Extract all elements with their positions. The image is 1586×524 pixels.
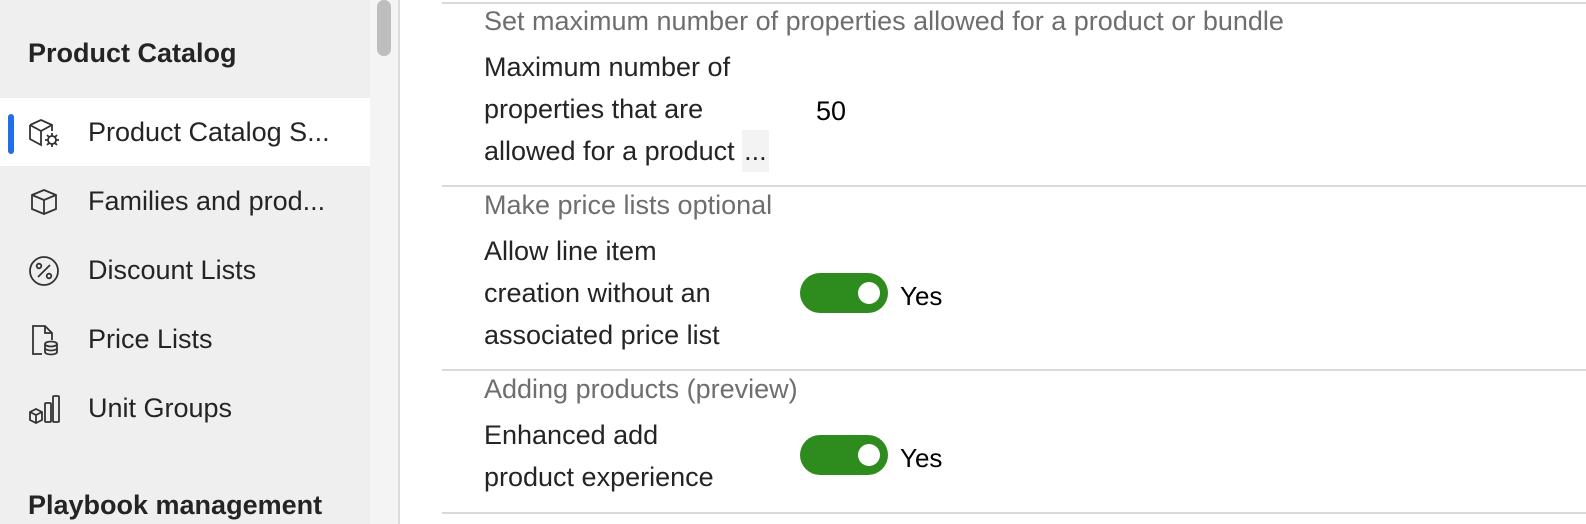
label-line: Maximum number of [484, 52, 731, 82]
enhanced-add-product-toggle[interactable] [800, 435, 888, 475]
sidebar-section-playbook-management: Playbook management [28, 490, 323, 520]
divider [442, 2, 1586, 4]
label-line: creation without an [484, 278, 711, 308]
price-lists-optional-toggle-text: Yes [900, 281, 943, 311]
unit-groups-icon [26, 391, 62, 427]
label-line: properties that are [484, 94, 704, 124]
label-text: allowed for a product [484, 136, 743, 166]
sidebar-item-label: Price Lists [88, 323, 213, 354]
sidebar-item-unit-groups[interactable]: Unit Groups [0, 374, 370, 442]
label-line: Allow line item [484, 236, 657, 266]
sidebar-item-label: Unit Groups [88, 392, 233, 423]
max-properties-label: Maximum number of properties that are al… [484, 46, 784, 172]
section-title-adding-products: Adding products (preview) [484, 374, 798, 404]
toggle-knob [858, 444, 880, 466]
sidebar-item-product-catalog-settings[interactable]: Product Catalog S... [0, 98, 370, 166]
document-coins-icon [26, 322, 62, 358]
selected-indicator [8, 114, 14, 154]
box-icon [26, 184, 62, 220]
sidebar-item-label: Families and prod... [88, 185, 326, 216]
price-lists-optional-label: Allow line item creation without an asso… [484, 230, 784, 356]
divider [442, 185, 1586, 187]
scrollbar-thumb[interactable] [377, 0, 391, 56]
label-line: product experience [484, 462, 714, 492]
section-title-max-properties: Set maximum number of properties allowed… [484, 6, 1284, 36]
sidebar-section-product-catalog: Product Catalog [28, 38, 237, 68]
divider [442, 369, 1586, 371]
sidebar-item-label: Product Catalog S... [88, 116, 330, 147]
truncated-text-ellipsis[interactable]: ... [742, 130, 769, 172]
price-lists-optional-toggle[interactable] [800, 273, 888, 313]
sidebar-item-price-lists[interactable]: Price Lists [0, 305, 370, 373]
label-line: associated price list [484, 320, 720, 350]
sidebar-item-discount-lists[interactable]: Discount Lists [0, 236, 370, 304]
enhanced-add-product-label: Enhanced add product experience [484, 414, 784, 498]
toggle-knob [858, 282, 880, 304]
sidebar-item-families-and-products[interactable]: Families and prod... [0, 167, 370, 235]
section-title-price-lists-optional: Make price lists optional [484, 190, 773, 220]
sidebar-scrollbar[interactable] [370, 0, 400, 524]
label-line: Enhanced add [484, 420, 659, 450]
sidebar: Product Catalog Product Catalog S... Fam… [0, 0, 370, 524]
max-properties-input[interactable]: 50 [816, 96, 846, 127]
settings-panel: Set maximum number of properties allowed… [400, 0, 1586, 524]
label-line: allowed for a product ... [484, 130, 784, 172]
divider [442, 512, 1586, 514]
sidebar-item-label: Discount Lists [88, 254, 257, 285]
box-gear-icon [26, 115, 62, 151]
enhanced-add-product-toggle-text: Yes [900, 443, 943, 473]
percent-icon [26, 253, 62, 289]
